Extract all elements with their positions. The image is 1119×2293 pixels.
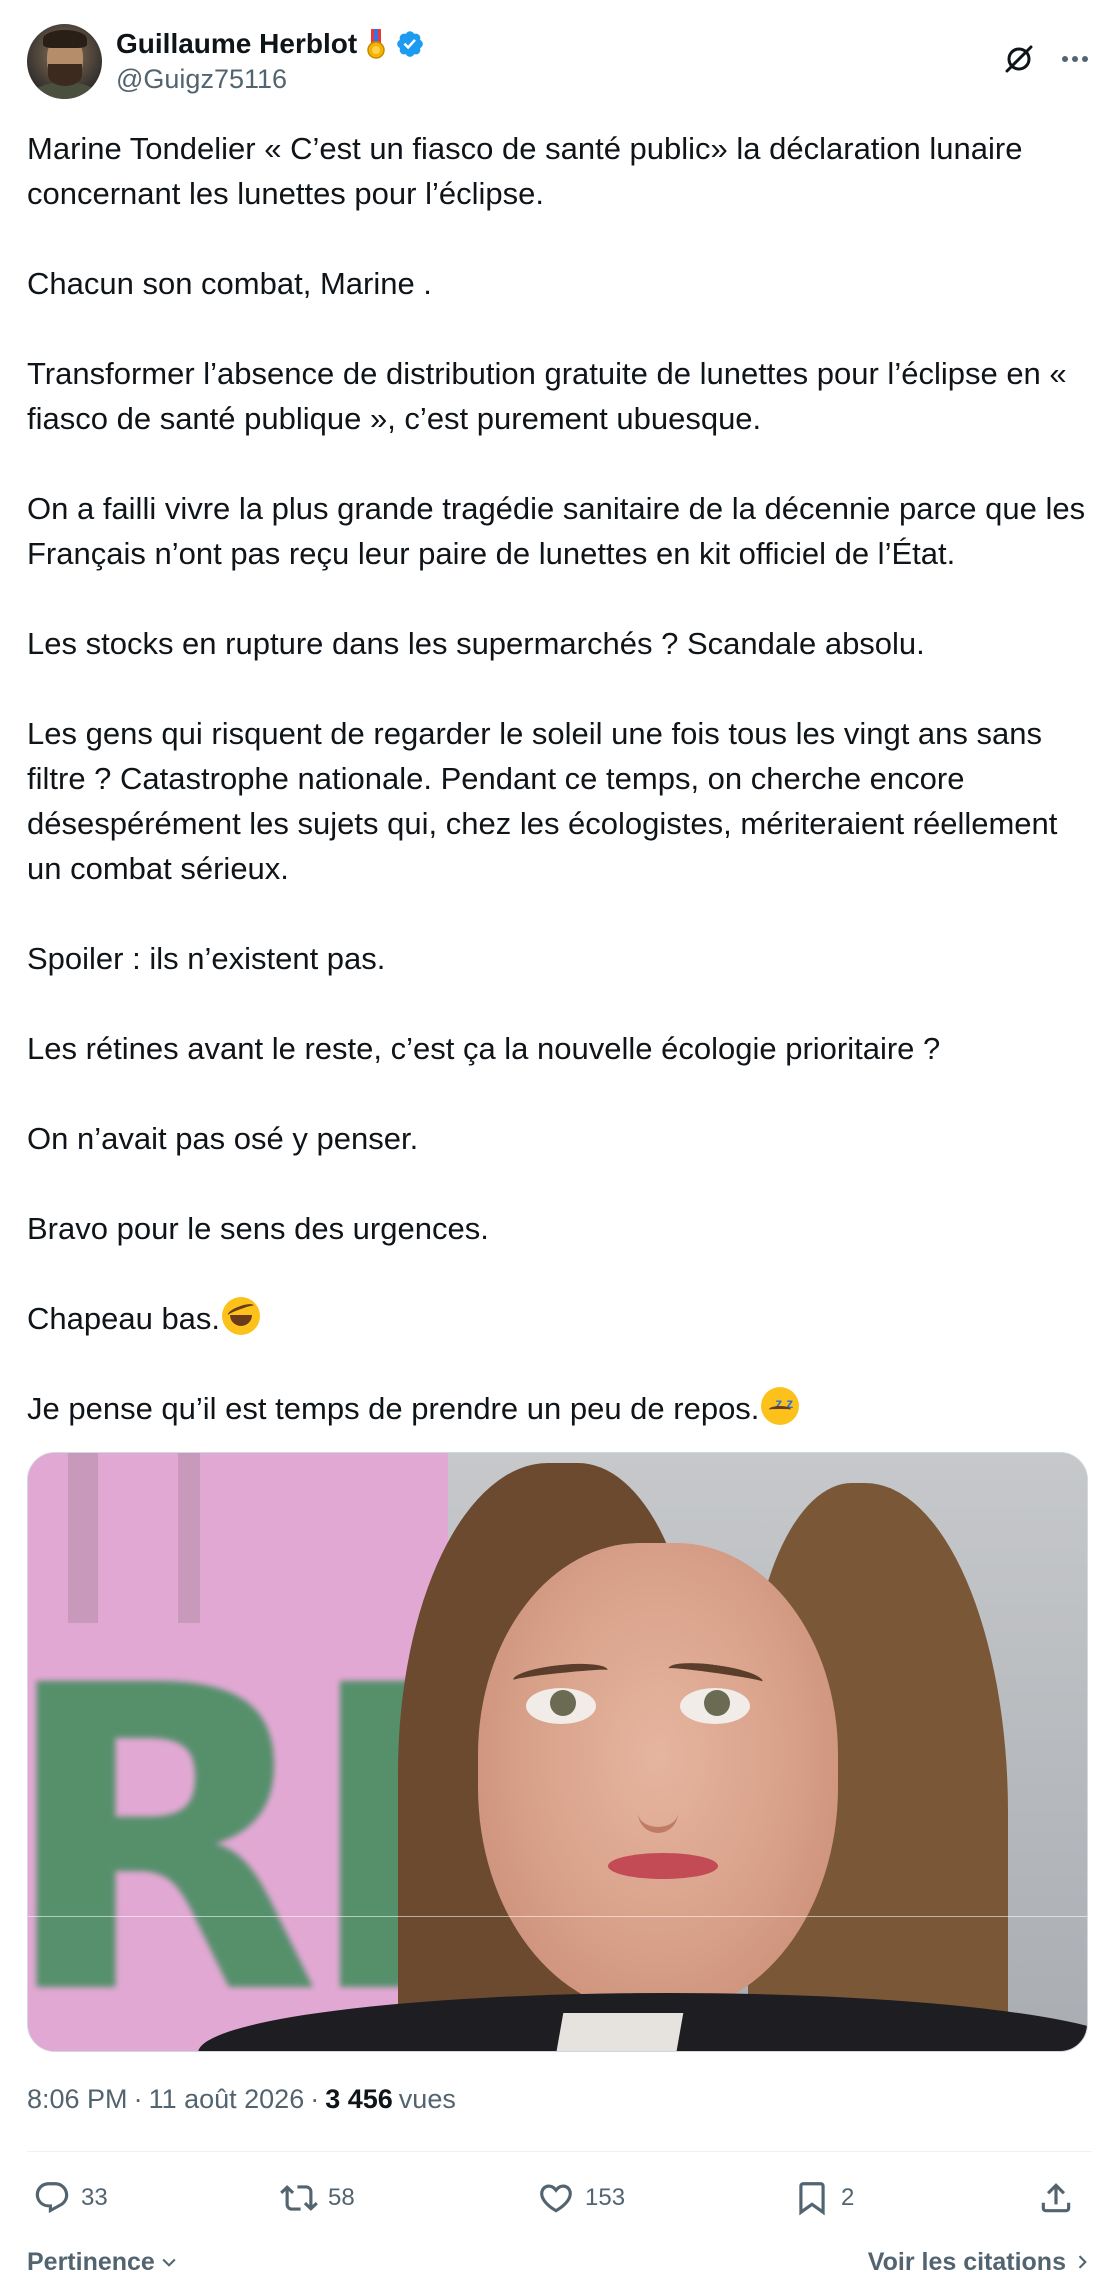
view-quotes-link[interactable]: Voir les citations — [868, 2248, 1092, 2277]
tweet-date[interactable]: 11 août 2026 — [149, 2084, 305, 2115]
avatar[interactable] — [27, 24, 102, 99]
more-options-icon[interactable] — [1058, 42, 1092, 76]
display-name[interactable]: Guillaume Herblot — [116, 28, 357, 60]
tweet-paragraph: On a failli vivre la plus grande tragédi… — [27, 491, 1094, 571]
like-button[interactable]: 153 — [537, 2170, 625, 2226]
author-handle[interactable]: @Guigz75116 — [116, 64, 425, 95]
verified-badge-icon[interactable] — [395, 29, 425, 59]
reply-icon — [35, 2182, 69, 2214]
tweet-paragraph: Transformer l’absence de distribution gr… — [27, 356, 1076, 436]
tweet-header: Guillaume Herblot @Guigz75116 — [27, 24, 1092, 100]
like-count: 153 — [585, 2184, 626, 2211]
bookmark-icon — [799, 2182, 825, 2216]
repost-icon — [280, 2185, 318, 2211]
heart-icon — [540, 2184, 572, 2213]
reply-button[interactable]: 33 — [33, 2170, 108, 2226]
rolling-on-floor-laughing-emoji-icon — [222, 1297, 261, 1335]
tweet-paragraph-with-emoji: Je pense qu’il est temps de prendre un p… — [27, 1381, 1087, 1431]
share-icon — [1041, 2183, 1071, 2213]
tweet-paragraph-with-emoji: Chapeau bas. — [27, 1296, 1087, 1341]
meta-separator: · — [310, 2084, 320, 2114]
quotes-label: Voir les citations — [867, 2247, 1066, 2276]
sleeping-face-emoji-icon — [761, 1381, 800, 1426]
views-label: vues — [398, 2084, 456, 2114]
tweet-paragraph: Bravo pour le sens des urgences. — [27, 1211, 489, 1246]
meta-separator: · — [133, 2084, 143, 2114]
grok-icon[interactable] — [1002, 42, 1036, 76]
repost-count: 58 — [328, 2184, 355, 2211]
replies-footer: Pertinence Voir les citations — [27, 2242, 1092, 2282]
tweet-paragraph: Les stocks en rupture dans les supermarc… — [27, 626, 925, 661]
tweet-text: Marine Tondelier « C’est un fiasco de sa… — [27, 126, 1087, 1431]
bookmark-count: 2 — [841, 2184, 855, 2211]
share-button[interactable] — [1037, 2170, 1075, 2226]
tweet-paragraph: Chacun son combat, Marine . — [27, 266, 432, 301]
military-medal-icon — [365, 28, 387, 60]
tweet-media-image[interactable]: RE — [27, 1452, 1088, 2052]
tweet-paragraph: Chapeau bas. — [27, 1301, 221, 1336]
chevron-down-icon — [162, 2258, 176, 2267]
repost-button[interactable]: 58 — [280, 2170, 355, 2226]
tweet-paragraph: Je pense qu’il est temps de prendre un p… — [27, 1391, 760, 1426]
tweet-paragraph: Spoiler : ils n’existent pas. — [27, 941, 386, 976]
author-info: Guillaume Herblot @Guigz75116 — [116, 26, 425, 95]
tweet-paragraph: Les gens qui risquent de regarder le sol… — [27, 716, 1067, 886]
sort-dropdown[interactable]: Pertinence — [27, 2248, 179, 2277]
tweet-paragraph: Les rétines avant le reste, c’est ça la … — [27, 1031, 941, 1066]
tweet-paragraph: Marine Tondelier « C’est un fiasco de sa… — [27, 131, 1032, 211]
tweet-actions-bar: 33 58 153 2 — [27, 2170, 1092, 2226]
sort-label: Pertinence — [27, 2247, 155, 2276]
reply-count: 33 — [81, 2184, 108, 2211]
tweet-time[interactable]: 8:06 PM — [27, 2084, 128, 2115]
views-count: 3 456 — [325, 2084, 393, 2114]
divider — [27, 2151, 1092, 2152]
bookmark-button[interactable]: 2 — [793, 2170, 854, 2226]
chevron-right-icon — [1078, 2255, 1087, 2269]
tweet-paragraph: On n’avait pas osé y penser. — [27, 1121, 419, 1156]
tweet-detail-page: Guillaume Herblot @Guigz75116 Marine Ton… — [0, 0, 1119, 2293]
tweet-meta: 8:06 PM · 11 août 2026 · 3 456 vues — [27, 2084, 456, 2115]
header-actions — [1002, 42, 1092, 76]
